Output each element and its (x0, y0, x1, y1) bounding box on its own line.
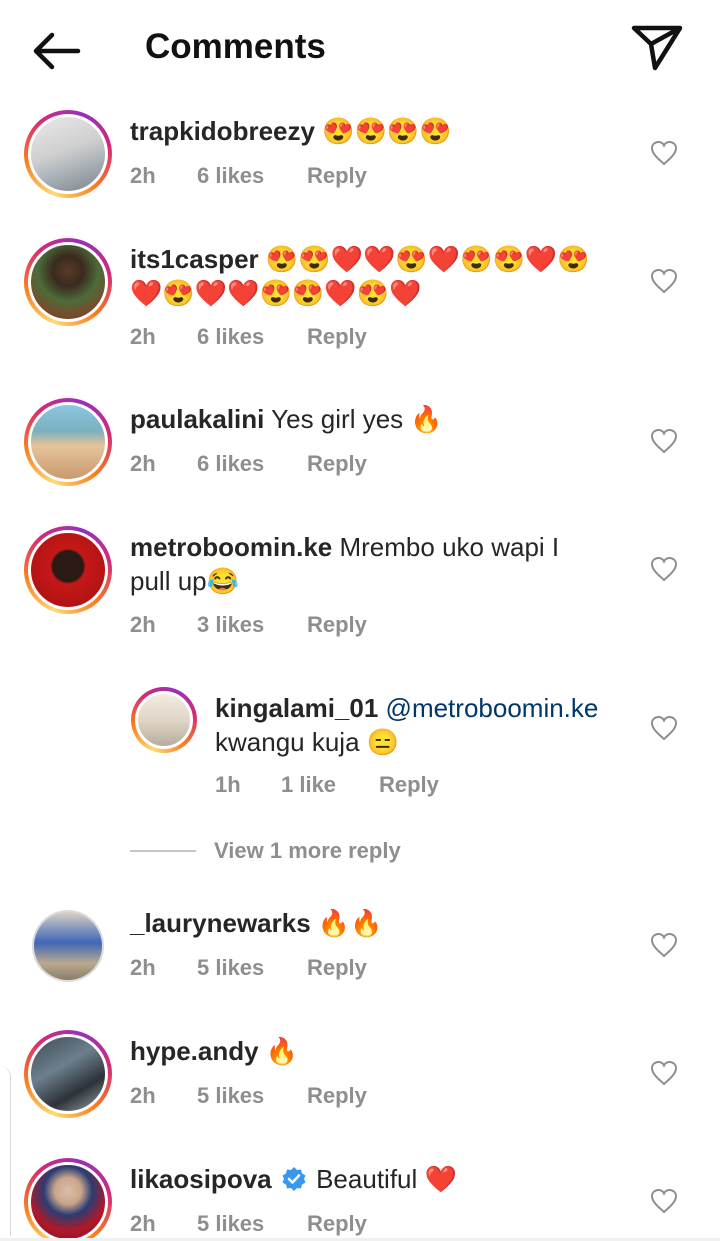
avatar[interactable] (131, 687, 197, 753)
comment-text: _laurynewarks 🔥🔥 (130, 906, 630, 940)
comment-item: likaosipova Beautiful ❤️ 2h 5 likes Repl… (0, 1156, 720, 1241)
heart-icon[interactable] (650, 715, 678, 741)
reply-button[interactable]: Reply (307, 1211, 367, 1237)
likes-count[interactable]: 6 likes (197, 324, 264, 350)
comment-body: 😍😍❤️❤️😍❤️😍😍❤️😍 (265, 244, 590, 274)
edge-swipe-handle (0, 1066, 11, 1236)
heart-icon[interactable] (650, 428, 678, 454)
username[interactable]: hype.andy (130, 1036, 259, 1066)
comment-item: hype.andy 🔥 2h 5 likes Reply (0, 1028, 720, 1128)
comment-body-line2: ❤️😍❤️❤️😍😍❤️😍❤️ (130, 278, 422, 308)
reply-button[interactable]: Reply (307, 324, 367, 350)
comment-body: Beautiful ❤️ (316, 1164, 457, 1194)
username[interactable]: trapkidobreezy (130, 116, 315, 146)
comment-text: likaosipova Beautiful ❤️ (130, 1162, 630, 1196)
divider-line (130, 850, 196, 852)
likes-count[interactable]: 5 likes (197, 1083, 264, 1109)
comment-body: Mrembo uko wapi I (339, 532, 560, 562)
back-arrow-icon[interactable] (28, 28, 84, 74)
page-title: Comments (145, 27, 326, 66)
comment-body: 🔥 (265, 1036, 299, 1066)
reply-button[interactable]: Reply (379, 772, 439, 798)
username[interactable]: kingalami_01 (215, 693, 378, 723)
reply-button[interactable]: Reply (307, 1083, 367, 1109)
likes-count[interactable]: 5 likes (197, 1211, 264, 1237)
heart-icon[interactable] (650, 1188, 678, 1214)
verified-badge-icon (282, 1167, 306, 1191)
avatar[interactable] (32, 910, 104, 982)
timestamp: 2h (130, 1211, 156, 1236)
comment-item: _laurynewarks 🔥🔥 2h 5 likes Reply (0, 900, 720, 1000)
likes-count[interactable]: 5 likes (197, 955, 264, 981)
comment-text: its1casper 😍😍❤️❤️😍❤️😍😍❤️😍 ❤️😍❤️❤️😍😍❤️😍❤️ (130, 242, 630, 310)
heart-icon[interactable] (650, 932, 678, 958)
username[interactable]: paulakalini (130, 404, 264, 434)
reply-button[interactable]: Reply (307, 612, 367, 638)
avatar[interactable] (24, 238, 112, 326)
username[interactable]: _laurynewarks (130, 908, 311, 938)
likes-count[interactable]: 6 likes (197, 163, 264, 189)
header: Comments (0, 0, 720, 100)
heart-icon[interactable] (650, 556, 678, 582)
reply-item: kingalami_01 @metroboomin.ke kwangu kuja… (0, 685, 720, 805)
comment-body: 😍😍😍😍 (322, 116, 452, 146)
mention-link[interactable]: @metroboomin.ke (386, 693, 599, 723)
timestamp: 2h (130, 451, 156, 476)
comment-item: trapkidobreezy 😍😍😍😍 2h 6 likes Reply (0, 108, 720, 208)
avatar[interactable] (24, 1158, 112, 1241)
likes-count[interactable]: 1 like (281, 772, 336, 798)
timestamp: 2h (130, 163, 156, 188)
avatar[interactable] (24, 398, 112, 486)
reply-button[interactable]: Reply (307, 955, 367, 981)
heart-icon[interactable] (650, 140, 678, 166)
likes-count[interactable]: 6 likes (197, 451, 264, 477)
timestamp: 1h (215, 772, 241, 797)
timestamp: 2h (130, 955, 156, 980)
avatar[interactable] (24, 526, 112, 614)
comment-text: metroboomin.ke Mrembo uko wapi I pull up… (130, 530, 630, 598)
comment-text: trapkidobreezy 😍😍😍😍 (130, 114, 630, 148)
timestamp: 2h (130, 1083, 156, 1108)
reply-button[interactable]: Reply (307, 163, 367, 189)
comment-item: its1casper 😍😍❤️❤️😍❤️😍😍❤️😍 ❤️😍❤️❤️😍😍❤️😍❤️… (0, 236, 720, 356)
comment-item: paulakalini Yes girl yes 🔥 2h 6 likes Re… (0, 396, 720, 496)
paper-plane-icon[interactable] (628, 22, 686, 72)
avatar[interactable] (24, 110, 112, 198)
username[interactable]: its1casper (130, 244, 259, 274)
username[interactable]: likaosipova (130, 1164, 272, 1194)
comment-text: kingalami_01 @metroboomin.ke kwangu kuja… (215, 691, 635, 759)
username[interactable]: metroboomin.ke (130, 532, 332, 562)
comment-body-line2: kwangu kuja 😑 (215, 727, 400, 757)
comment-text: paulakalini Yes girl yes 🔥 (130, 402, 630, 436)
comment-text: hype.andy 🔥 (130, 1034, 630, 1068)
heart-icon[interactable] (650, 268, 678, 294)
timestamp: 2h (130, 324, 156, 349)
likes-count[interactable]: 3 likes (197, 612, 264, 638)
avatar[interactable] (24, 1030, 112, 1118)
comment-body-line2: pull up😂 (130, 566, 239, 596)
heart-icon[interactable] (650, 1060, 678, 1086)
timestamp: 2h (130, 612, 156, 637)
comment-body: 🔥🔥 (317, 908, 383, 938)
view-more-label[interactable]: View 1 more reply (214, 838, 401, 864)
comment-body: Yes girl yes 🔥 (271, 404, 443, 434)
comment-item: metroboomin.ke Mrembo uko wapi I pull up… (0, 524, 720, 654)
reply-button[interactable]: Reply (307, 451, 367, 477)
